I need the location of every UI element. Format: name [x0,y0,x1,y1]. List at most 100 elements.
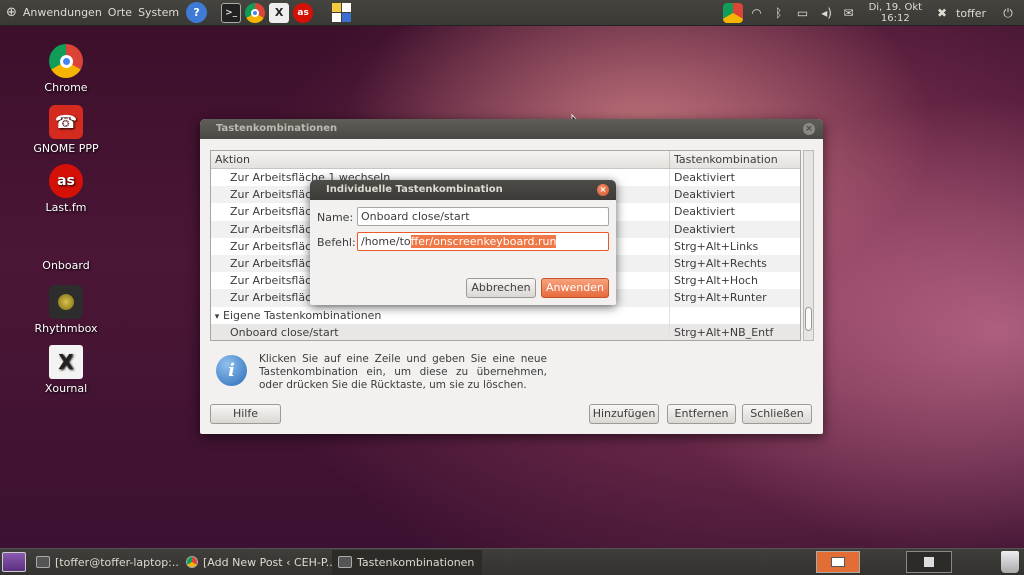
desktop-icon-gnome-ppp[interactable]: ☎ GNOME PPP [18,105,114,155]
speaker-icon [49,285,83,319]
battery-icon[interactable]: ▭ [793,5,813,21]
chrome-notifier-icon[interactable] [722,3,743,23]
desktop-icon-onboard[interactable]: Onboard [18,224,114,272]
desktop-icon-chrome[interactable]: Chrome [18,44,114,94]
user-icon: ✖ [937,6,948,20]
ubuntu-logo-icon[interactable]: ⊕ [0,0,20,26]
clock-time: 16:12 [880,13,910,24]
desktop-icon-label: Rhythmbox [34,322,98,335]
help-button[interactable]: Hilfe [210,404,281,424]
menu-system[interactable]: System [135,0,182,26]
workspace-switcher[interactable] [906,551,952,573]
desktop-icon-label: Last.fm [45,201,87,214]
row-shortcut: Deaktiviert [674,205,735,219]
dialog-titlebar[interactable]: Individuelle Tastenkombination × [310,180,616,200]
keyboard-icon [338,556,352,568]
row-action: Onboard close/start [211,323,670,340]
remove-button[interactable]: Entfernen [667,404,736,424]
chrome-icon [186,556,198,568]
help-icon[interactable]: ? [186,2,208,23]
lastfm-icon[interactable]: as [293,2,314,23]
system-tray: ◠ ᛒ ▭ ◂) ✉ Di, 19. Okt 16:12 ✖ toffer ⏻ [722,0,1024,26]
mail-icon[interactable]: ✉ [841,5,857,21]
name-value: Onboard close/start [361,210,470,223]
show-desktop-icon[interactable] [2,552,26,572]
clock-date: Di, 19. Okt [868,2,923,13]
desktop-icon-rhythmbox[interactable]: Rhythmbox [18,285,114,335]
volume-icon[interactable]: ◂) [819,5,835,21]
taskbar-item-terminal[interactable]: [toffer@toffer-laptop:... [30,550,180,575]
window-title: Tastenkombinationen [216,123,338,134]
desktop-icon-label: GNOME PPP [33,142,99,155]
close-button[interactable]: Schließen [742,404,812,424]
command-text: /home/to [361,235,411,248]
info-icon: i [216,355,247,386]
taskbar-item-shortcuts[interactable]: Tastenkombinationen [332,549,482,575]
wifi-icon[interactable]: ◠ [749,5,765,21]
row-shortcut: Strg+Alt+Links [674,239,759,253]
xournal-icon: X [49,345,83,379]
table-header: Aktion Tastenkombination [211,151,800,169]
desktop-icon-label: Onboard [42,259,90,272]
row-shortcut: Strg+Alt+Hoch [674,274,758,288]
taskbar-label: Tastenkombinationen [357,555,475,569]
taskbar-item-browser[interactable]: [Add New Post ‹ CEH-P... [180,550,332,575]
cancel-button[interactable]: Abbrechen [466,278,536,298]
taskbar-label: [Add New Post ‹ CEH-P... [203,555,332,569]
name-field[interactable]: Onboard close/start [357,207,609,226]
command-label: Befehl: [317,236,356,249]
top-panel: ⊕ Anwendungen Orte System ? >_ X as ◠ ᛒ … [0,0,1024,26]
clock[interactable]: Di, 19. Okt 16:12 [869,2,923,24]
close-icon[interactable]: × [597,184,609,196]
menu-places[interactable]: Orte [105,0,135,26]
menu-applications[interactable]: Anwendungen [20,0,105,26]
row-shortcut: Strg+Alt+Runter [674,291,767,305]
custom-shortcut-dialog: Individuelle Tastenkombination × Name: O… [310,180,616,305]
row-shortcut: Deaktiviert [674,188,735,202]
bluetooth-icon[interactable]: ᛒ [771,5,787,21]
info-text: Klicken Sie auf eine Zeile und geben Sie… [259,353,547,391]
bottom-panel: [toffer@toffer-laptop:... [Add New Post … [0,548,1024,575]
command-selection: ffer/onscreenkeyboard.run [410,235,557,248]
lastfm-icon: as [49,164,83,198]
row-shortcut: Deaktiviert [674,171,735,184]
column-header-shortcut[interactable]: Tastenkombination [670,151,778,168]
xournal-icon[interactable]: X [269,2,290,23]
dialog-title: Individuelle Tastenkombination [326,184,503,195]
info-box: i Klicken Sie auf eine Zeile und geben S… [216,353,796,392]
trash-icon[interactable] [1001,551,1019,573]
scrollbar-thumb[interactable] [805,307,812,331]
table-scrollbar[interactable] [803,150,814,341]
add-button[interactable]: Hinzufügen [589,404,659,424]
group-shortcut-empty [670,307,674,324]
column-header-action[interactable]: Aktion [211,151,670,168]
desktop-icon-xournal[interactable]: X Xournal [18,345,114,395]
apply-button[interactable]: Anwenden [541,278,609,298]
terminal-icon [36,556,50,568]
onboard-icon[interactable] [331,2,351,23]
chrome-icon [49,44,83,78]
group-label: Eigene Tastenkombinationen [223,308,382,322]
telephone-icon: ☎ [49,105,83,139]
desktop-icon-label: Xournal [44,382,88,395]
command-field[interactable]: /home/toffer/onscreenkeyboard.run [357,232,609,251]
row-shortcut: Strg+Alt+NB_Entf [674,325,774,339]
desktop-icon-label: Chrome [44,81,88,94]
window-titlebar[interactable]: Tastenkombinationen × [200,119,823,139]
table-row[interactable]: Onboard close/start Strg+Alt+NB_Entf [211,323,800,340]
desktop-icon-lastfm[interactable]: as Last.fm [18,164,114,214]
chrome-icon[interactable] [245,2,266,23]
row-shortcut: Strg+Alt+Rechts [674,256,767,270]
name-label: Name: [317,211,354,224]
onboard-icon [50,224,82,256]
user-name[interactable]: toffer [956,7,986,20]
taskbar-label: [toffer@toffer-laptop:... [55,555,180,569]
close-icon[interactable]: × [803,123,815,135]
group-cell: ▾ Eigene Tastenkombinationen [211,306,670,324]
table-group-row[interactable]: ▾ Eigene Tastenkombinationen [211,306,800,324]
workspace-switcher-active[interactable] [816,551,860,573]
power-icon[interactable]: ⏻ [1000,5,1016,21]
terminal-icon[interactable]: >_ [221,2,242,23]
expander-arrow-icon[interactable]: ▾ [211,309,223,324]
row-shortcut: Deaktiviert [674,222,735,236]
